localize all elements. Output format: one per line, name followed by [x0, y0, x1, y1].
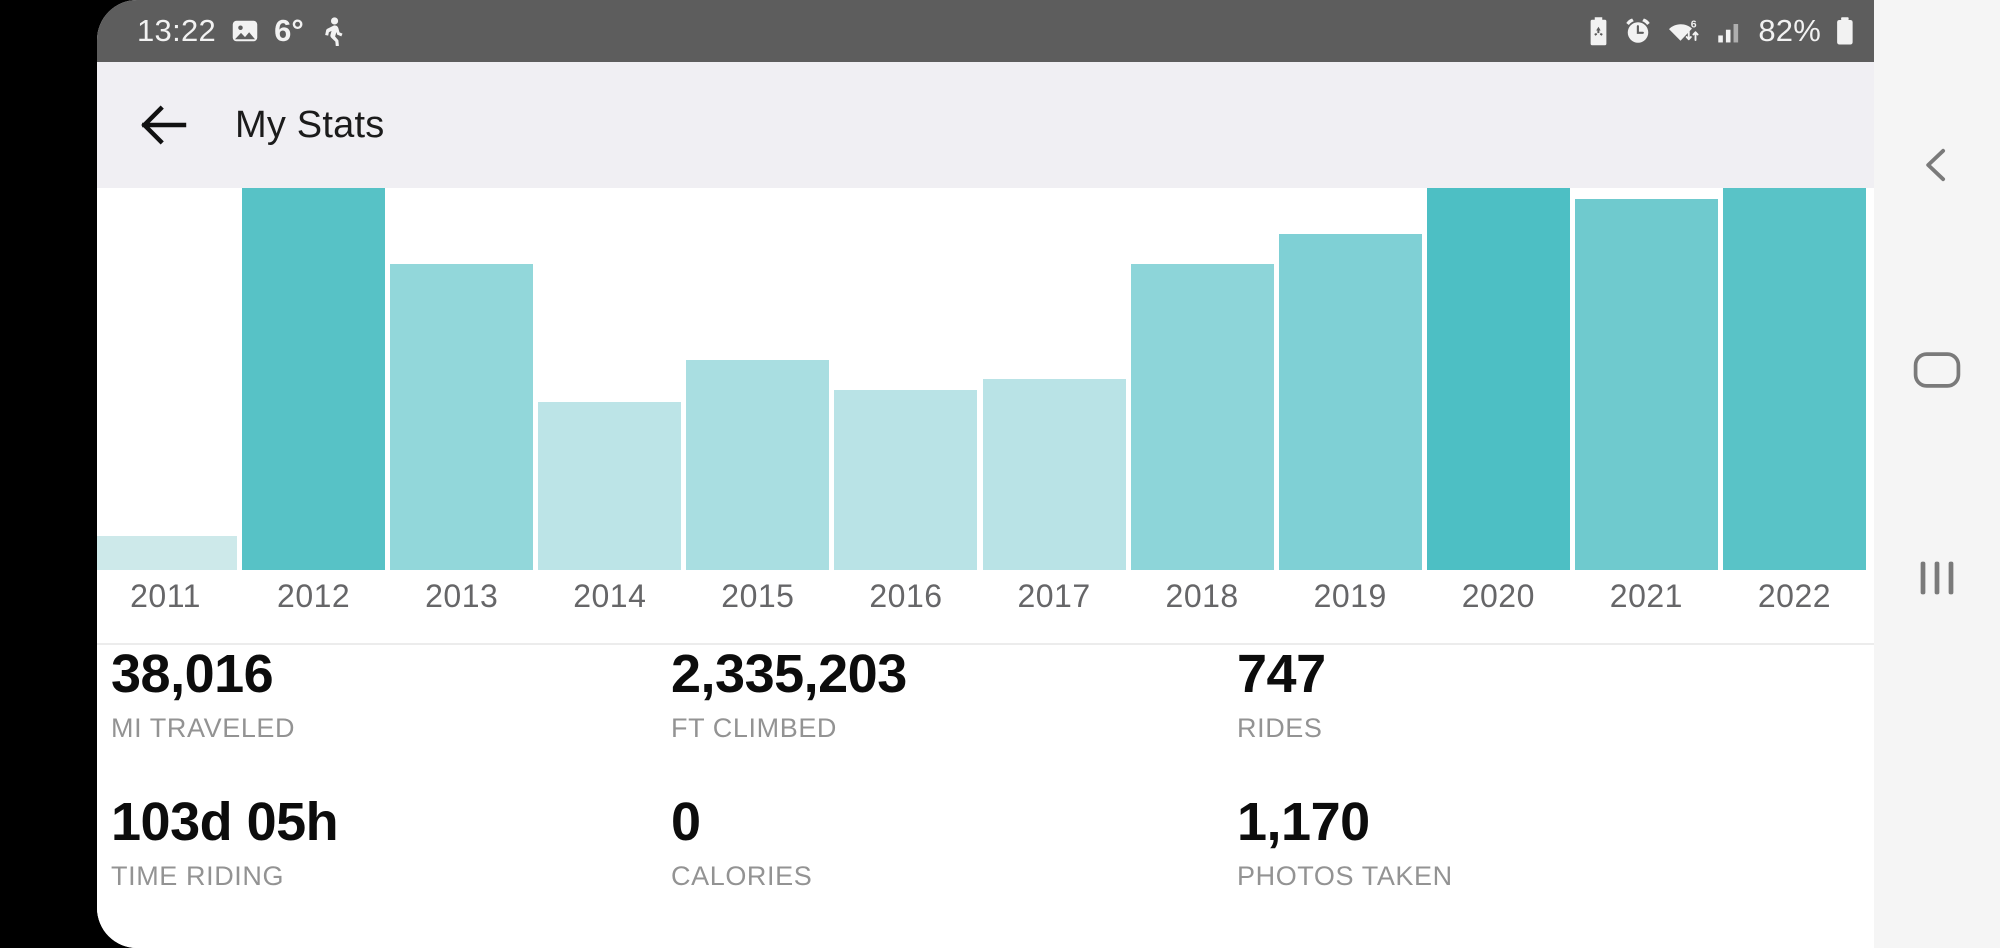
- bar-rect-2018: [1130, 264, 1274, 570]
- stat-label: CALORIES: [671, 861, 813, 891]
- bar-2016[interactable]: [834, 188, 978, 570]
- stat-mi-traveled: 38,016 MI TRAVELED: [111, 647, 295, 742]
- status-clock: 13:22: [137, 13, 217, 48]
- stat-value: 38,016: [111, 644, 274, 704]
- svg-text:6: 6: [1691, 19, 1697, 31]
- status-bar: 13:22 6° 6 82%: [97, 0, 1874, 62]
- alarm-clock-icon: [1623, 16, 1653, 46]
- x-axis-label-2014: 2014: [573, 578, 647, 614]
- stats-grid: 38,016 MI TRAVELED 2,335,203 FT CLIMBED …: [97, 647, 1874, 948]
- status-bar-left: 13:22 6°: [137, 13, 346, 49]
- stat-time-riding: 103d 05h TIME RIDING: [111, 792, 339, 891]
- back-arrow-icon[interactable]: [115, 77, 211, 173]
- walking-person-icon: [318, 16, 346, 46]
- cell-signal-icon: [1717, 17, 1745, 45]
- stat-value: 0: [671, 792, 701, 852]
- status-temperature: 6°: [274, 13, 304, 48]
- bar-2021[interactable]: [1574, 188, 1718, 570]
- x-axis-label-2019: 2019: [1313, 578, 1387, 614]
- chart-bottom-divider: [97, 643, 1874, 645]
- bar-2012[interactable]: [242, 188, 386, 570]
- yearly-bar-chart[interactable]: 2011 2012 2013 2014 2015 2016 2017 2018 2019 2020…: [97, 188, 1874, 645]
- stat-label: TIME RIDING: [111, 861, 285, 891]
- x-axis-label-2013: 2013: [425, 578, 499, 614]
- bar-rect-2019: [1278, 234, 1422, 570]
- bar-2014[interactable]: [538, 188, 682, 570]
- x-axis-label-2021: 2021: [1609, 578, 1683, 614]
- android-nav-bar: [1874, 0, 2000, 948]
- photo-icon: [230, 16, 260, 46]
- phone-screen: 13:22 6° 6 82% My Stats 2011 2012 2013 2…: [97, 0, 1874, 948]
- bar-2020[interactable]: [1426, 188, 1570, 570]
- bar-rect-2014: [538, 402, 682, 570]
- stat-value: 1,170: [1237, 792, 1370, 852]
- nav-home-icon[interactable]: [1874, 325, 2000, 415]
- battery-icon: [1834, 16, 1856, 46]
- bar-rect-2013: [390, 264, 534, 570]
- bar-rect-2022: [1722, 188, 1866, 570]
- status-bar-right: 6 82%: [1587, 13, 1856, 49]
- app-bar: My Stats: [97, 62, 1874, 188]
- stat-label: PHOTOS TAKEN: [1237, 861, 1453, 891]
- wifi-icon: 6: [1666, 16, 1704, 46]
- chart-x-axis: 2011 2012 2013 2014 2015 2016 2017 2018 2019 2020…: [97, 570, 1874, 645]
- bar-2011[interactable]: [97, 188, 238, 570]
- bar-2015[interactable]: [686, 188, 830, 570]
- stat-ft-climbed: 2,335,203 FT CLIMBED: [671, 647, 907, 742]
- x-axis-label-2022: 2022: [1757, 578, 1832, 614]
- stat-label: MI TRAVELED: [111, 713, 296, 743]
- bar-rect-2020: [1426, 188, 1570, 570]
- stat-calories: 0 CALORIES: [671, 795, 812, 890]
- bar-rect-2011: [97, 536, 238, 570]
- x-axis-label-2011: 2011: [130, 578, 201, 614]
- bar-2013[interactable]: [390, 188, 534, 570]
- nav-recents-icon[interactable]: [1874, 533, 2000, 623]
- stats-row-2: 103d 05h TIME RIDING 0 CALORIES 1,170 PH…: [97, 795, 1874, 943]
- bar-2019[interactable]: [1278, 188, 1422, 570]
- x-axis-label-2016: 2016: [869, 578, 943, 614]
- x-axis-label-2020: 2020: [1461, 578, 1535, 614]
- bar-2018[interactable]: [1130, 188, 1274, 570]
- stats-row-1: 38,016 MI TRAVELED 2,335,203 FT CLIMBED …: [97, 647, 1874, 795]
- x-axis-label-2017: 2017: [1017, 578, 1091, 614]
- bar-2022[interactable]: [1722, 188, 1866, 570]
- x-axis-label-2018: 2018: [1165, 578, 1239, 614]
- x-axis-label-2012: 2012: [277, 578, 351, 614]
- stat-value: 747: [1237, 644, 1326, 704]
- stat-value: 103d 05h: [111, 792, 339, 852]
- battery-percent-label: 82%: [1758, 13, 1821, 48]
- bar-2017[interactable]: [982, 188, 1126, 570]
- bar-rect-2016: [834, 390, 978, 570]
- nav-back-icon[interactable]: [1874, 120, 2000, 210]
- stat-value: 2,335,203: [671, 644, 907, 704]
- stat-label: RIDES: [1237, 713, 1323, 743]
- bar-rect-2015: [686, 360, 830, 570]
- stat-label: FT CLIMBED: [671, 713, 838, 743]
- bar-rect-2021: [1574, 199, 1718, 570]
- bar-rect-2017: [982, 379, 1126, 570]
- battery-recycle-icon: [1587, 16, 1610, 46]
- x-axis-label-2015: 2015: [721, 578, 795, 614]
- bar-rect-2012: [242, 188, 386, 570]
- stat-photos-taken: 1,170 PHOTOS TAKEN: [1237, 795, 1453, 890]
- stat-rides: 747 RIDES: [1237, 647, 1326, 742]
- page-title: My Stats: [235, 103, 385, 146]
- chart-plot-area: [97, 188, 1874, 570]
